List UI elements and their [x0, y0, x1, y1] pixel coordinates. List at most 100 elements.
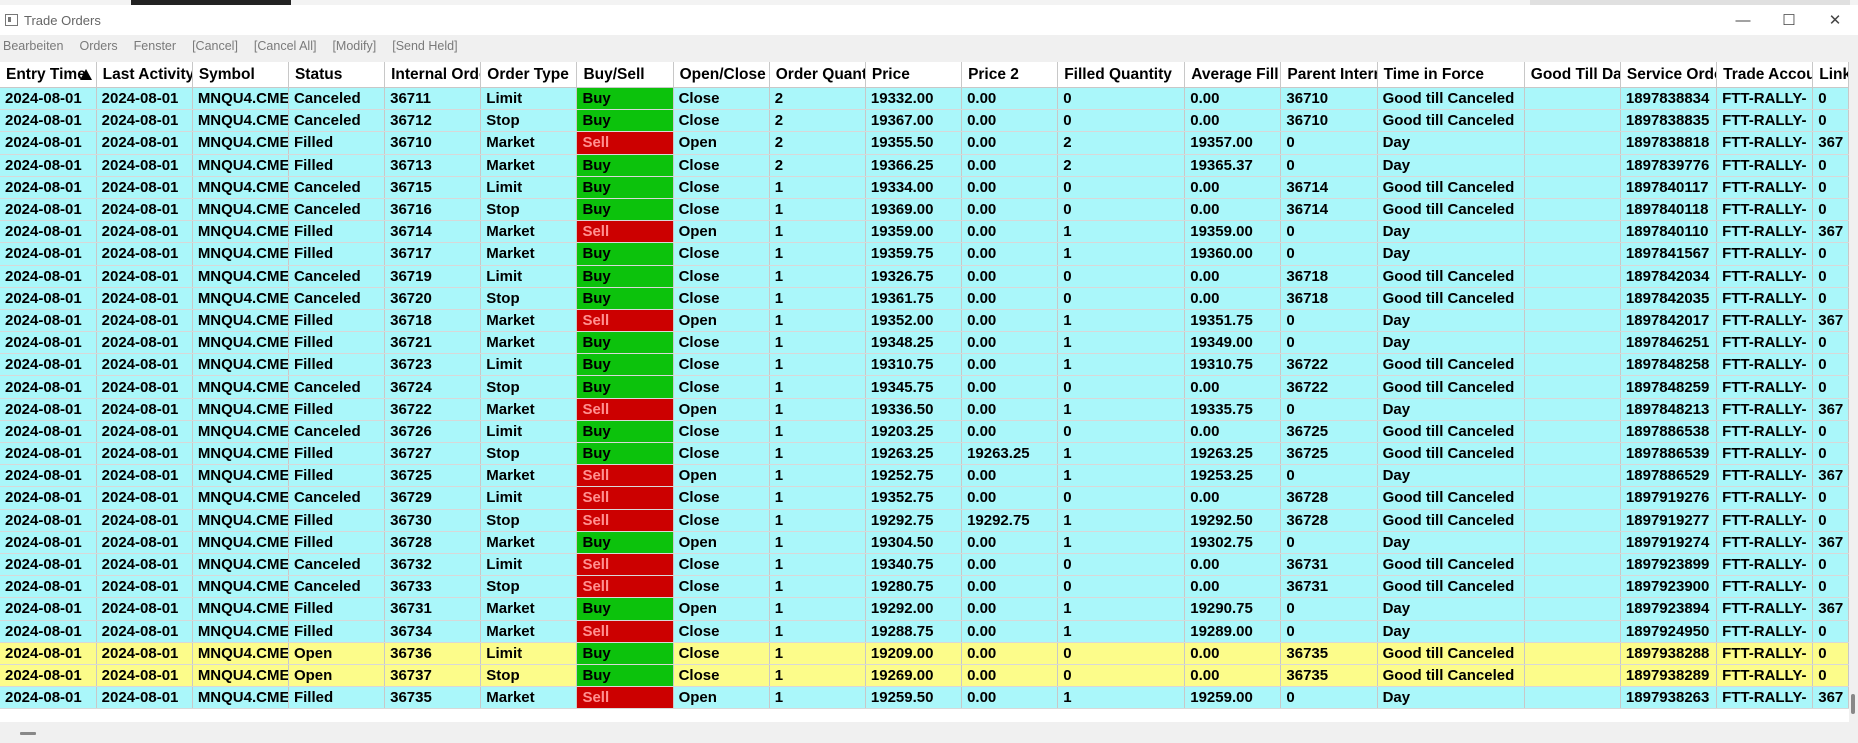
table-cell[interactable]: Open	[673, 686, 770, 710]
table-cell[interactable]: Good till Canceled	[1377, 265, 1525, 288]
table-cell[interactable]: Day	[1377, 620, 1525, 643]
table-cell[interactable]: 2	[769, 154, 866, 177]
table-cell[interactable]: 1	[1057, 686, 1186, 710]
table-cell[interactable]: 19289.00	[1184, 620, 1282, 643]
table-cell[interactable]: Sell	[576, 486, 674, 510]
table-cell[interactable]: 1897840110	[1620, 220, 1718, 244]
table-cell[interactable]: Canceled	[288, 420, 386, 444]
table-cell[interactable]: Good till Canceled	[1377, 642, 1525, 665]
table-cell[interactable]: 2024-08-01	[96, 664, 193, 688]
table-row[interactable]: 2024-08-01 2024-08-01 MNQU4.CME Filled 36723…	[0, 353, 1849, 377]
table-cell[interactable]: 367	[1812, 309, 1849, 333]
table-cell[interactable]: Market	[480, 242, 578, 266]
table-cell[interactable]: 0.00	[961, 531, 1059, 554]
table-cell[interactable]: Good till Canceled	[1377, 198, 1525, 222]
table-cell[interactable]	[1524, 375, 1621, 399]
table-cell[interactable]: Stop	[480, 509, 578, 532]
table-cell[interactable]: 19349.00	[1184, 331, 1282, 355]
table-cell[interactable]: Market	[480, 597, 578, 621]
table-row[interactable]: 2024-08-01 2024-08-01 MNQU4.CME Canceled 367…	[0, 287, 1849, 310]
table-cell[interactable]: Open	[288, 664, 386, 688]
table-cell[interactable]: 0	[1812, 664, 1849, 688]
table-cell[interactable]: 19357.00	[1184, 131, 1282, 155]
table-cell[interactable]: 0.00	[961, 642, 1059, 665]
table-cell[interactable]: Good till Canceled	[1377, 353, 1525, 377]
table-cell[interactable]: 0	[1057, 87, 1186, 111]
table-cell[interactable]: 19292.75	[961, 509, 1059, 532]
table-cell[interactable]: 2024-08-01	[0, 375, 97, 399]
table-cell[interactable]: 36726	[384, 420, 482, 444]
table-cell[interactable]: Day	[1377, 131, 1525, 155]
column-header-average-fill[interactable]: Average Fill	[1184, 62, 1282, 88]
table-cell[interactable]: Sell	[576, 686, 674, 710]
table-cell[interactable]: Close	[673, 620, 770, 643]
table-cell[interactable]: FTT-RALLY-	[1716, 331, 1814, 355]
table-row[interactable]: 2024-08-01 2024-08-01 MNQU4.CME Canceled 367…	[0, 176, 1849, 199]
table-cell[interactable]: Limit	[480, 176, 578, 199]
table-cell[interactable]: Close	[673, 420, 770, 444]
table-row[interactable]: 2024-08-01 2024-08-01 MNQU4.CME Filled 36730…	[0, 509, 1849, 532]
table-cell[interactable]: 19366.25	[865, 154, 963, 177]
table-cell[interactable]: 0.00	[1184, 375, 1282, 399]
table-cell[interactable]: 19259.50	[865, 686, 963, 710]
table-cell[interactable]: 36717	[384, 242, 482, 266]
table-cell[interactable]: Market	[480, 531, 578, 554]
table-cell[interactable]: 1897840117	[1620, 176, 1718, 199]
table-cell[interactable]: Canceled	[288, 486, 386, 510]
table-cell[interactable]: MNQU4.CME	[192, 398, 289, 421]
table-cell[interactable]: 2	[769, 109, 866, 133]
table-cell[interactable]: 0.00	[961, 331, 1059, 355]
title-bar[interactable]: Trade Orders — ☐ ✕	[0, 5, 1858, 35]
table-cell[interactable]: 2024-08-01	[96, 531, 193, 554]
table-cell[interactable]: 1	[769, 575, 866, 599]
table-cell[interactable]: 1	[769, 664, 866, 688]
table-row[interactable]: 2024-08-01 2024-08-01 MNQU4.CME Canceled 367…	[0, 420, 1849, 444]
table-cell[interactable]: Stop	[480, 442, 578, 466]
table-cell[interactable]: Good till Canceled	[1377, 575, 1525, 599]
table-cell[interactable]: MNQU4.CME	[192, 353, 289, 377]
table-cell[interactable]: 36722	[1280, 353, 1378, 377]
table-row[interactable]: 2024-08-01 2024-08-01 MNQU4.CME Canceled 367…	[0, 109, 1849, 133]
cancel-button[interactable]: [Cancel]	[190, 39, 240, 53]
table-cell[interactable]: 2024-08-01	[0, 198, 97, 222]
table-cell[interactable]: 0.00	[1184, 575, 1282, 599]
table-cell[interactable]: 2024-08-01	[96, 331, 193, 355]
table-cell[interactable]: FTT-RALLY-	[1716, 464, 1814, 488]
table-cell[interactable]: 2024-08-01	[0, 509, 97, 532]
table-cell[interactable]: MNQU4.CME	[192, 242, 289, 266]
table-cell[interactable]	[1524, 642, 1621, 665]
table-cell[interactable]: 0.00	[961, 398, 1059, 421]
table-cell[interactable]: 0	[1280, 686, 1378, 710]
table-cell[interactable]	[1524, 620, 1621, 643]
table-cell[interactable]: 1	[769, 198, 866, 222]
table-row[interactable]: 2024-08-01 2024-08-01 MNQU4.CME Filled 36727…	[0, 442, 1849, 466]
table-cell[interactable]: 2024-08-01	[0, 398, 97, 421]
table-cell[interactable]: MNQU4.CME	[192, 154, 289, 177]
table-cell[interactable]: Canceled	[288, 265, 386, 288]
table-cell[interactable]: 0	[1057, 109, 1186, 133]
menu-fenster[interactable]: Fenster	[132, 39, 178, 53]
column-header-service-order[interactable]: Service Order	[1620, 62, 1718, 88]
table-cell[interactable]: 36711	[384, 87, 482, 111]
table-cell[interactable]: 36715	[384, 176, 482, 199]
table-cell[interactable]: 19263.25	[1184, 442, 1282, 466]
table-cell[interactable]	[1524, 176, 1621, 199]
column-header-trade-account[interactable]: Trade Account	[1716, 62, 1814, 88]
table-cell[interactable]: 2024-08-01	[0, 242, 97, 266]
table-cell[interactable]: Close	[673, 109, 770, 133]
table-cell[interactable]: 1	[1057, 464, 1186, 488]
table-cell[interactable]: 36713	[384, 154, 482, 177]
table-cell[interactable]: 0.00	[1184, 642, 1282, 665]
table-cell[interactable]: 1897886529	[1620, 464, 1718, 488]
table-cell[interactable]: 0.00	[961, 109, 1059, 133]
table-cell[interactable]: 2024-08-01	[0, 331, 97, 355]
table-cell[interactable]: Close	[673, 664, 770, 688]
column-header-price[interactable]: Price	[865, 62, 963, 88]
table-cell[interactable]: 2024-08-01	[0, 464, 97, 488]
table-row[interactable]: 2024-08-01 2024-08-01 MNQU4.CME Filled 36714…	[0, 220, 1849, 244]
table-cell[interactable]: 0	[1057, 198, 1186, 222]
table-row[interactable]: 2024-08-01 2024-08-01 MNQU4.CME Filled 36728…	[0, 531, 1849, 554]
table-cell[interactable]: 2024-08-01	[96, 109, 193, 133]
table-cell[interactable]: 1	[1057, 353, 1186, 377]
table-row[interactable]: 2024-08-01 2024-08-01 MNQU4.CME Filled 36718…	[0, 309, 1849, 333]
